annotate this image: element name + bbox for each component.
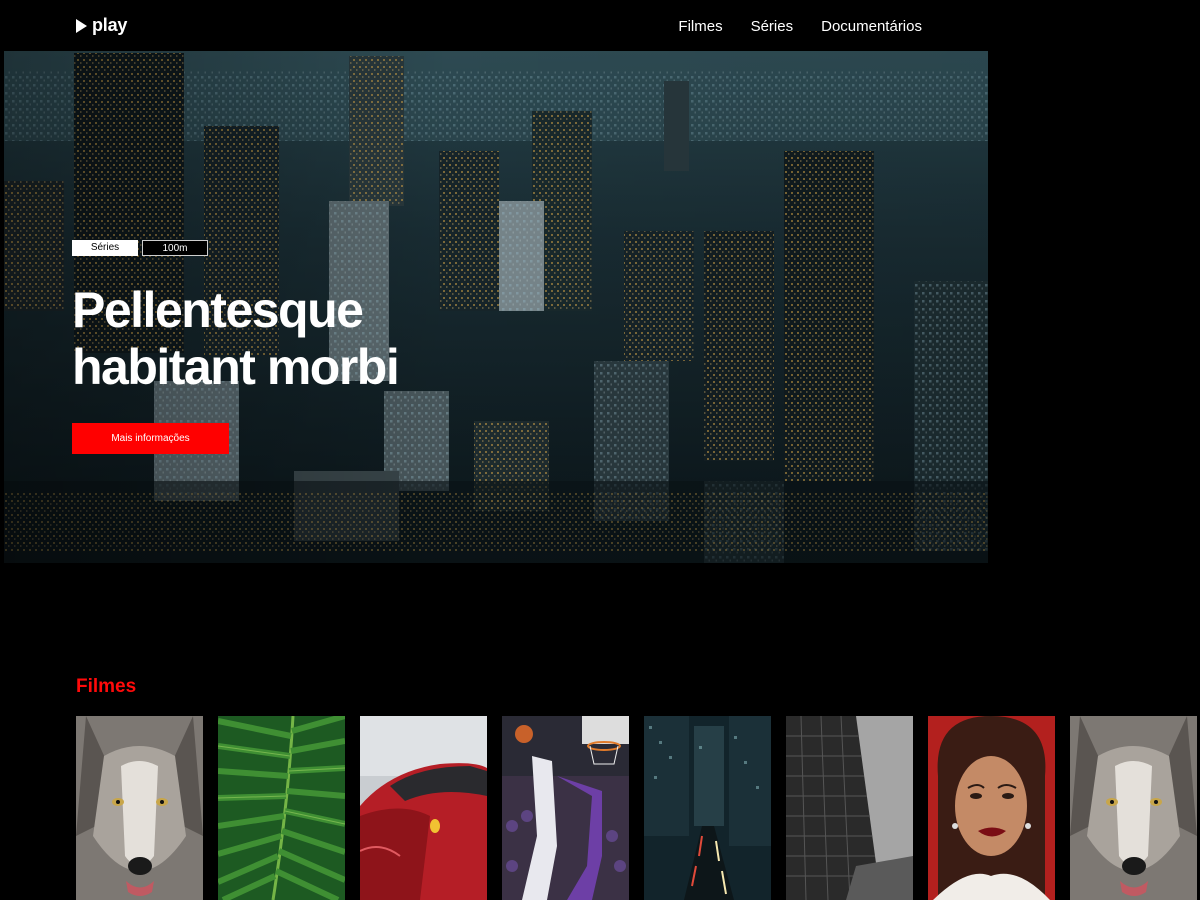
poster-row	[76, 716, 1197, 900]
poster-palm-leaves[interactable]	[218, 716, 345, 900]
row-title-filmes: Filmes	[76, 676, 137, 697]
logo-text: play	[92, 15, 128, 35]
main-nav: Filmes Séries Documentários	[678, 18, 922, 35]
poster-portrait[interactable]	[928, 716, 1055, 900]
nav-item-documentarios[interactable]: Documentários	[821, 18, 922, 35]
poster-red-car[interactable]	[360, 716, 487, 900]
poster-wolf[interactable]	[76, 716, 203, 900]
play-icon	[76, 18, 87, 33]
hero-banner: Séries 100m Pellentesque habitant morbi …	[4, 51, 988, 563]
nav-item-series[interactable]: Séries	[751, 18, 794, 35]
poster-skyscraper[interactable]	[786, 716, 913, 900]
duration-badge: 100m	[142, 240, 208, 256]
poster-city-night[interactable]	[644, 716, 771, 900]
hero-title: Pellentesque habitant morbi	[72, 282, 452, 396]
logo[interactable]: play	[76, 15, 127, 36]
hero-title-line2: habitant morbi	[72, 339, 400, 395]
top-header: play Filmes Séries Documentários	[0, 0, 1200, 52]
poster-wolf-2[interactable]	[1070, 716, 1197, 900]
hero-tags: Séries 100m	[72, 240, 452, 256]
nav-item-filmes[interactable]: Filmes	[678, 18, 722, 35]
more-info-button[interactable]: Mais informações	[72, 423, 229, 454]
hero-content: Séries 100m Pellentesque habitant morbi …	[72, 240, 452, 454]
page: play Filmes Séries Documentários Séries …	[0, 0, 1200, 900]
hero-title-line1: Pellentesque	[72, 282, 364, 338]
poster-basketball[interactable]	[502, 716, 629, 900]
category-badge: Séries	[72, 240, 138, 256]
